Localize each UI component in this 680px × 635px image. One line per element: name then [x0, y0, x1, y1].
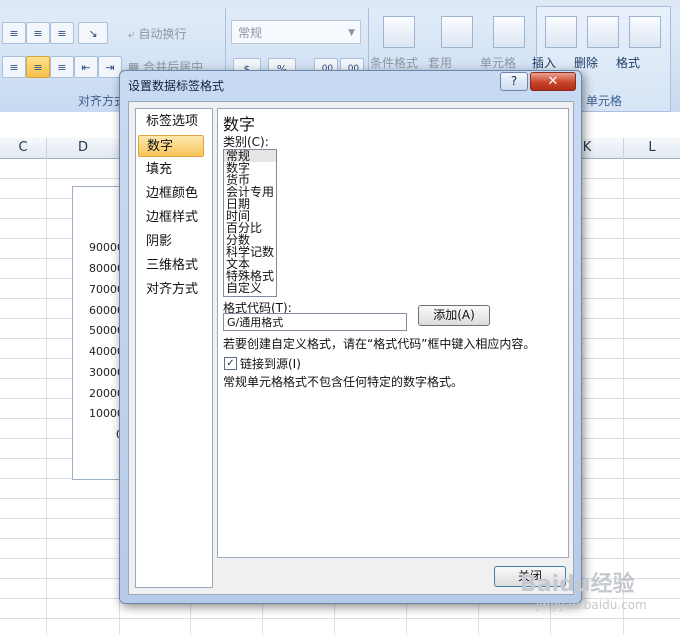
number-format-dropdown[interactable]: 常规 ▼	[231, 20, 361, 44]
align-middle-button[interactable]: ≡	[26, 22, 50, 44]
gridline	[0, 618, 680, 619]
hint-text: 若要创建自定义格式，请在“格式代码”框中键入相应内容。	[223, 337, 536, 351]
delete-cells-icon	[587, 16, 619, 48]
gridline	[46, 158, 47, 635]
wrap-text-icon: ⤶	[128, 27, 139, 41]
align-top-button[interactable]: ≡	[2, 22, 26, 44]
nav-item-shadow[interactable]: 阴影	[138, 231, 212, 253]
cell-styles-icon	[493, 16, 525, 48]
align-right-button[interactable]: ≡	[50, 56, 74, 78]
nav-item-border-style[interactable]: 边框样式	[138, 207, 212, 229]
list-item[interactable]: 自定义	[224, 282, 276, 294]
link-source-checkbox[interactable]: ✓	[224, 357, 237, 370]
link-source-label: 链接到源(I)	[240, 357, 301, 371]
align-center-button[interactable]: ≡	[26, 56, 50, 78]
align-bottom-button[interactable]: ≡	[50, 22, 74, 44]
orientation-button[interactable]: ↘	[78, 22, 108, 44]
column-header-d[interactable]: D	[47, 138, 120, 159]
format-code-input[interactable]: G/通用格式	[223, 313, 407, 331]
cells-group-label: 单元格	[586, 94, 623, 108]
format-data-labels-dialog: 设置数据标签格式 ? ✕ 标签选项 数字 填充 边框颜色 边框样式 阴影 三维格…	[119, 70, 582, 604]
conditional-format-icon	[383, 16, 415, 48]
number-panel: 数字 类别(C): 常规 数字 货币 会计专用 日期 时间 百分比 分数 科学记…	[217, 108, 569, 558]
nav-item-number[interactable]: 数字	[138, 135, 204, 157]
nav-item-fill[interactable]: 填充	[138, 159, 212, 181]
nav-item-label-options[interactable]: 标签选项	[138, 111, 212, 133]
format-description: 常规单元格格式不包含任何特定的数字格式。	[223, 375, 464, 389]
gridline	[623, 158, 624, 635]
decrease-indent-button[interactable]: ⇤	[74, 56, 98, 78]
dialog-body: 标签选项 数字 填充 边框颜色 边框样式 阴影 三维格式 对齐方式 数字 类别(…	[128, 101, 574, 595]
insert-cells-icon	[545, 16, 577, 48]
close-icon: ✕	[547, 74, 559, 89]
close-window-button[interactable]: ✕	[530, 72, 576, 91]
nav-item-alignment[interactable]: 对齐方式	[138, 279, 212, 301]
column-header-c[interactable]: C	[0, 138, 47, 159]
help-button[interactable]: ?	[500, 72, 528, 91]
question-icon: ?	[510, 74, 518, 88]
add-button[interactable]: 添加(A)	[418, 305, 490, 326]
wrap-text-button[interactable]: ⤶ 自动换行	[128, 25, 187, 42]
category-label: 类别(C):	[223, 135, 269, 149]
align-left-button[interactable]: ≡	[2, 56, 26, 78]
watermark-url: jingyan.baidu.com	[536, 598, 647, 612]
table-format-icon	[441, 16, 473, 48]
nav-item-border-color[interactable]: 边框颜色	[138, 183, 212, 205]
category-listbox[interactable]: 常规 数字 货币 会计专用 日期 时间 百分比 分数 科学记数 文本 特殊格式 …	[223, 149, 277, 297]
format-cells-icon	[629, 16, 661, 48]
category-nav: 标签选项 数字 填充 边框颜色 边框样式 阴影 三维格式 对齐方式	[135, 108, 213, 588]
format-button[interactable]: 格式	[616, 12, 674, 82]
panel-title: 数字	[223, 115, 256, 134]
column-header-l[interactable]: L	[624, 138, 680, 159]
dialog-title: 设置数据标签格式	[128, 79, 225, 93]
chevron-down-icon: ▼	[348, 28, 355, 38]
check-icon: ✓	[226, 358, 235, 369]
nav-item-3d-format[interactable]: 三维格式	[138, 255, 212, 277]
baidu-watermark: Baidu经验	[520, 572, 635, 597]
